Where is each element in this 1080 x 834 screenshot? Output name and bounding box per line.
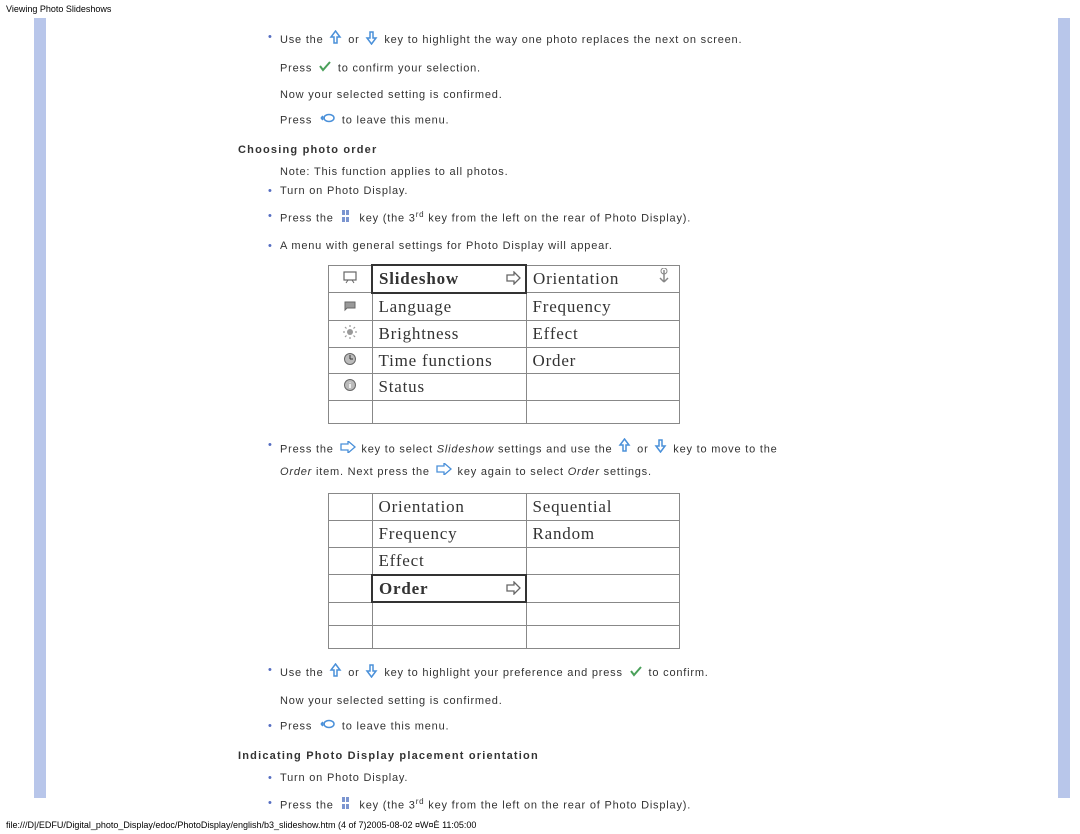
back-icon <box>318 719 336 734</box>
text: or <box>637 444 652 456</box>
intro-line-2: Press to confirm your selection. <box>280 60 1056 77</box>
up-arrow-icon <box>618 438 631 461</box>
text: key (the 3 <box>359 213 415 225</box>
cell: Orientation <box>372 494 526 521</box>
section1-bullet-1: Turn on Photo Display. <box>280 184 1056 199</box>
cell: Frequency <box>526 293 680 320</box>
intro-line-4: Press to leave this menu. <box>280 113 1056 129</box>
down-arrow-icon <box>365 663 378 683</box>
section1-bullet-3: A menu with general settings for Photo D… <box>280 239 1056 254</box>
cell: Brightness <box>372 320 526 347</box>
section2-bullet-2: Press the key (the 3rd key from the left… <box>280 796 1056 815</box>
slideshow-icon <box>329 265 373 293</box>
cell: Slideshow <box>379 269 459 288</box>
text: or <box>348 668 363 680</box>
right-arrow-icon <box>505 578 521 602</box>
text: key from the left on the rear of Photo D… <box>424 800 691 812</box>
cell: Orientation <box>533 269 619 288</box>
text: to leave this menu. <box>342 115 450 127</box>
cell: Frequency <box>372 521 526 548</box>
back-icon <box>318 113 336 128</box>
text: Press <box>280 115 312 127</box>
cell: Effect <box>372 547 526 574</box>
right-arrow-icon <box>340 439 356 461</box>
cell: Order <box>526 347 680 374</box>
text-italic: Slideshow <box>437 444 494 456</box>
section-title-choosing-order: Choosing photo order <box>238 143 1056 158</box>
text: to leave this menu. <box>342 721 450 733</box>
section1-bullet-2: Press the key (the 3rd key from the left… <box>280 209 1056 228</box>
text: Press the <box>280 444 338 456</box>
after-bullet-1: Use the or key to highlight your prefere… <box>280 663 1056 683</box>
text-italic: Order <box>280 466 312 478</box>
status-icon <box>329 374 373 401</box>
intro-line-3: Now your selected setting is confirmed. <box>280 88 1056 103</box>
text: settings and use the <box>494 444 616 456</box>
check-icon <box>318 60 332 77</box>
after-line-2: Now your selected setting is confirmed. <box>280 694 1056 709</box>
text: Press the <box>280 800 338 812</box>
time-icon <box>329 347 373 374</box>
up-arrow-icon <box>329 30 342 50</box>
text: key to highlight your preference and pre… <box>384 668 626 680</box>
settings-menu-table-1: Slideshow Orientation Language Frequency… <box>328 264 680 424</box>
down-arrow-icon <box>365 30 378 50</box>
right-arrow-icon <box>436 461 452 483</box>
text: Use the <box>280 668 327 680</box>
cell: Random <box>526 521 680 548</box>
cell: Effect <box>526 320 680 347</box>
cell: Order <box>379 579 428 598</box>
section1-note: Note: This function applies to all photo… <box>280 165 1056 180</box>
after-bullet-2: Press to leave this menu. <box>280 719 1056 735</box>
page-footer: file:///D|/EDFU/Digital_photo_Display/ed… <box>6 820 476 830</box>
cell: Status <box>372 374 526 401</box>
text-italic: Order <box>568 466 600 478</box>
text: key to move to the <box>673 444 777 456</box>
text: to confirm your selection. <box>338 63 481 75</box>
cell <box>526 374 680 401</box>
text: Press the <box>280 213 338 225</box>
section2-bullet-1: Turn on Photo Display. <box>280 771 1056 786</box>
cell: Sequential <box>526 494 680 521</box>
cell: Language <box>372 293 526 320</box>
menu-key-icon <box>340 209 354 228</box>
text: to confirm. <box>649 668 709 680</box>
menu-key-icon <box>340 796 354 815</box>
language-icon <box>329 293 373 320</box>
text: Press <box>280 63 312 75</box>
down-arrow-icon <box>654 438 667 461</box>
cell: Time functions <box>372 347 526 374</box>
text: key to select <box>361 444 436 456</box>
check-icon <box>629 665 643 682</box>
mid-paragraph: Press the key to select Slideshow settin… <box>280 438 1056 483</box>
right-margin-bar <box>1058 18 1070 798</box>
text: key again to select <box>458 466 568 478</box>
text: or <box>348 34 363 46</box>
page-header: Viewing Photo Slideshows <box>0 0 1080 16</box>
section-title-orientation: Indicating Photo Display placement orien… <box>238 749 1056 764</box>
intro-line-1: Use the or key to highlight the way one … <box>280 30 1056 50</box>
text: Press <box>280 721 312 733</box>
right-arrow-icon <box>505 268 521 292</box>
text: key (the 3 <box>359 800 415 812</box>
document-content: Use the or key to highlight the way one … <box>48 18 1056 825</box>
text: key from the left on the rear of Photo D… <box>424 213 691 225</box>
text: Use the <box>280 34 327 46</box>
cursor-down-icon <box>655 268 673 297</box>
text: settings. <box>600 466 652 478</box>
text: item. Next press the <box>312 466 434 478</box>
up-arrow-icon <box>329 663 342 683</box>
brightness-icon <box>329 320 373 347</box>
left-margin-bar <box>34 18 46 798</box>
text: key to highlight the way one photo repla… <box>384 34 742 46</box>
settings-menu-table-2: Orientation Sequential Frequency Random … <box>328 493 680 649</box>
